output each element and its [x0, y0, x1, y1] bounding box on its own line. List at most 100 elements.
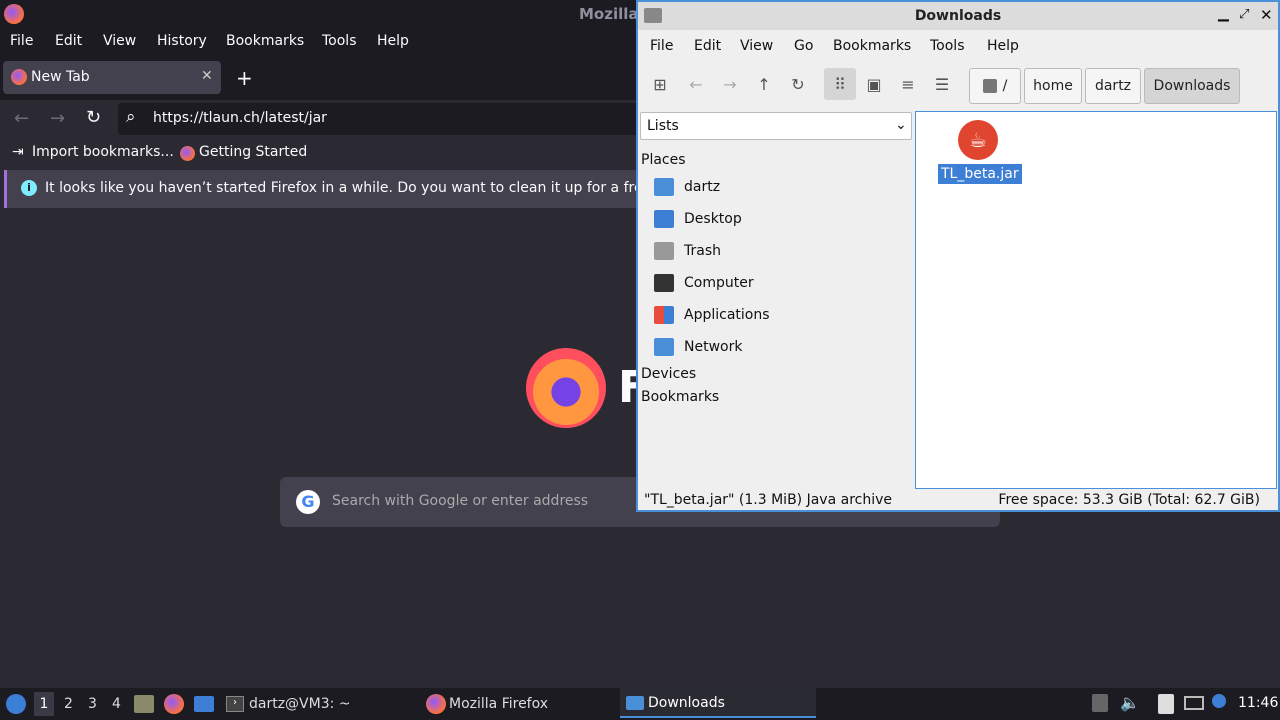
fm-menu-go[interactable]: Go	[794, 38, 813, 54]
firefox-tab-icon	[11, 69, 27, 85]
crumb-root-label: /	[1002, 78, 1008, 94]
folder-task-icon	[626, 696, 644, 710]
menu-tools[interactable]: Tools	[322, 33, 357, 49]
drive-icon	[982, 79, 997, 93]
task-firefox[interactable]: Mozilla Firefox	[449, 696, 548, 712]
firefox-task-icon	[426, 694, 446, 714]
file-manager-launcher-icon[interactable]	[134, 695, 154, 713]
place-label: Desktop	[684, 211, 742, 227]
url-text: https://tlaun.ch/latest/jar	[153, 110, 327, 126]
info-icon: i	[21, 180, 37, 196]
fm-menu-file[interactable]: File	[650, 38, 673, 54]
crumb-home[interactable]: home	[1024, 68, 1082, 104]
minimize-icon[interactable]: ▁	[1218, 6, 1229, 22]
thumbnail-view-icon[interactable]: ▣	[858, 68, 890, 100]
new-tab-icon[interactable]: ⊞	[644, 68, 676, 100]
fm-menubar: File Edit View Go Bookmarks Tools Help	[638, 30, 1278, 60]
bookmarks-header: Bookmarks	[641, 389, 720, 405]
workspace-3[interactable]: 3	[88, 696, 97, 712]
workspace-4[interactable]: 4	[112, 696, 121, 712]
close-icon[interactable]: ✕	[1260, 6, 1273, 24]
task-terminal[interactable]: dartz@VM3: ~	[249, 696, 351, 712]
java-file-icon[interactable]: ☕	[958, 120, 998, 160]
notification-bar: i It looks like you haven’t started Fire…	[4, 170, 704, 208]
window-title: Mozilla	[579, 5, 639, 23]
menu-help[interactable]: Help	[377, 33, 409, 49]
menu-bookmarks[interactable]: Bookmarks	[226, 33, 304, 49]
forward-icon[interactable]: →	[714, 68, 746, 100]
reload-icon[interactable]: ↻	[86, 107, 101, 128]
start-menu-icon[interactable]	[6, 694, 26, 714]
volume-icon[interactable]: 🔈	[1120, 693, 1140, 712]
firefox-logo-icon	[526, 348, 606, 428]
crumb-root[interactable]: /	[969, 68, 1021, 104]
computer-icon	[654, 274, 674, 292]
task-downloads-button[interactable]: Downloads	[620, 688, 816, 718]
place-label: Network	[684, 339, 743, 355]
maximize-icon[interactable]: ⤢	[1239, 7, 1249, 22]
applications-icon	[654, 306, 674, 324]
menu-view[interactable]: View	[103, 33, 136, 49]
fm-menu-help[interactable]: Help	[987, 38, 1019, 54]
place-trash[interactable]: Trash	[654, 239, 721, 263]
fm-statusbar: "TL_beta.jar" (1.3 MiB) Java archive Fre…	[638, 490, 1278, 512]
eject-icon[interactable]	[1092, 694, 1108, 712]
close-tab-icon[interactable]: ✕	[201, 68, 213, 84]
place-computer[interactable]: Computer	[654, 271, 754, 295]
forward-arrow-icon[interactable]: →	[50, 108, 65, 129]
network-icon[interactable]	[1184, 696, 1204, 710]
refresh-icon[interactable]: ↻	[782, 68, 814, 100]
firefox-launcher-icon[interactable]	[164, 694, 184, 714]
menu-file[interactable]: File	[10, 33, 33, 49]
notice-text: It looks like you haven’t started Firefo…	[45, 180, 664, 196]
url-bar[interactable]: ⌕ https://tlaun.ch/latest/jar	[118, 103, 718, 135]
back-arrow-icon[interactable]: ←	[14, 108, 29, 129]
fm-menu-edit[interactable]: Edit	[694, 38, 721, 54]
fm-sidebar: Lists ⌄ Places dartz Desktop Trash Compu…	[638, 110, 914, 490]
status-free-space: Free space: 53.3 GiB (Total: 62.7 GiB)	[998, 492, 1260, 508]
crumb-downloads[interactable]: Downloads	[1144, 68, 1240, 104]
desktop-launcher-icon[interactable]	[194, 696, 214, 712]
fm-titlebar: Downloads ▁ ⤢ ✕	[638, 2, 1278, 30]
getting-started-icon	[180, 146, 195, 161]
crumb-dartz[interactable]: dartz	[1085, 68, 1141, 104]
fm-menu-view[interactable]: View	[740, 38, 773, 54]
trash-icon	[654, 242, 674, 260]
bookmark-import[interactable]: Import bookmarks...	[32, 144, 174, 160]
new-tab-plus-icon[interactable]: +	[236, 66, 253, 90]
tab-new-tab[interactable]: New Tab ✕	[3, 61, 221, 94]
up-icon[interactable]: ↑	[748, 68, 780, 100]
workspace-1[interactable]: 1	[34, 692, 54, 716]
place-dartz[interactable]: dartz	[654, 175, 720, 199]
firefox-icon	[4, 4, 24, 24]
menu-history[interactable]: History	[157, 33, 207, 49]
clock[interactable]: 11:46	[1238, 695, 1278, 711]
fm-menu-bookmarks[interactable]: Bookmarks	[833, 38, 911, 54]
back-icon[interactable]: ←	[680, 68, 712, 100]
chevron-down-icon: ⌄	[895, 117, 907, 133]
place-desktop[interactable]: Desktop	[654, 207, 742, 231]
detail-view-icon[interactable]: ☰	[926, 68, 958, 100]
icon-view-icon[interactable]: ⠿	[824, 68, 856, 100]
file-name-selected[interactable]: TL_beta.jar	[938, 164, 1022, 184]
desktop-icon	[654, 210, 674, 228]
devices-header: Devices	[641, 366, 697, 382]
fm-file-view: ☕ TL_beta.jar	[915, 111, 1277, 489]
search-placeholder: Search with Google or enter address	[332, 493, 589, 509]
status-file-info: "TL_beta.jar" (1.3 MiB) Java archive	[644, 492, 892, 508]
place-label: Applications	[684, 307, 770, 323]
place-network[interactable]: Network	[654, 335, 742, 359]
network-folder-icon	[654, 338, 674, 356]
place-applications[interactable]: Applications	[654, 303, 770, 327]
workspace-2[interactable]: 2	[64, 696, 73, 712]
bookmark-getting-started[interactable]: Getting Started	[199, 144, 307, 160]
places-header: Places	[641, 152, 686, 168]
fm-menu-tools[interactable]: Tools	[930, 38, 965, 54]
menu-edit[interactable]: Edit	[55, 33, 82, 49]
notification-icon[interactable]	[1212, 694, 1226, 708]
place-label: Trash	[684, 243, 721, 259]
compact-view-icon[interactable]: ≡	[892, 68, 924, 100]
google-icon: G	[296, 490, 320, 514]
side-pane-select[interactable]: Lists ⌄	[640, 112, 912, 140]
clipboard-icon[interactable]	[1158, 694, 1174, 714]
